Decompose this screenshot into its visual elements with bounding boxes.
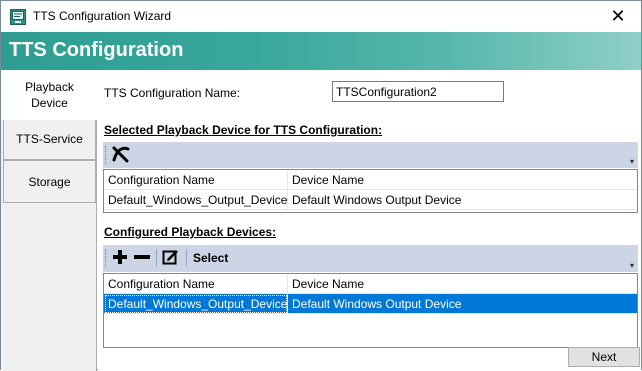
table-header: Configuration Name Device Name xyxy=(104,274,637,294)
toolbar-grip[interactable] xyxy=(105,249,108,267)
column-header-config-name[interactable]: Configuration Name xyxy=(104,274,288,294)
edit-button[interactable] xyxy=(160,248,182,268)
table-row[interactable]: Default_Windows_Output_Device Default Wi… xyxy=(104,294,637,314)
title-bar[interactable]: TTS Configuration Wizard ✕ xyxy=(1,1,641,32)
page-title: TTS Configuration xyxy=(9,39,184,61)
config-name-input[interactable] xyxy=(332,81,504,102)
remove-selected-button[interactable] xyxy=(110,145,132,165)
column-header-device-name[interactable]: Device Name xyxy=(288,274,637,294)
tab-playback-device-label-1: Playback xyxy=(25,80,74,94)
table-row[interactable]: Default_Windows_Output_Device Default Wi… xyxy=(104,190,637,210)
remove-button[interactable] xyxy=(132,248,152,268)
cell-config-name[interactable]: Default_Windows_Output_Device xyxy=(104,190,288,210)
selected-toolbar: ▾ xyxy=(103,142,638,168)
tab-playback-device-label-2: Device xyxy=(31,96,68,110)
minus-icon xyxy=(133,248,151,269)
tab-storage-label: Storage xyxy=(28,174,71,189)
configured-section-title: Configured Playback Devices: xyxy=(104,225,277,239)
next-button[interactable]: Next xyxy=(568,347,640,367)
window-title: TTS Configuration Wizard xyxy=(33,9,172,23)
cell-device-name[interactable]: Default Windows Output Device xyxy=(288,294,637,314)
plus-icon xyxy=(111,248,129,269)
toolbar-overflow-icon[interactable]: ▾ xyxy=(630,157,634,166)
add-button[interactable] xyxy=(110,248,130,268)
tab-tts-service-label: TTS-Service xyxy=(16,132,83,146)
cell-device-name[interactable]: Default Windows Output Device xyxy=(288,190,637,210)
close-button[interactable]: ✕ xyxy=(595,1,641,32)
x-remove-icon xyxy=(111,145,131,166)
toolbar-grip[interactable] xyxy=(105,146,108,164)
config-name-label: TTS Configuration Name: xyxy=(104,86,241,100)
select-button[interactable]: Select xyxy=(193,249,228,267)
tab-tts-service[interactable]: TTS-Service xyxy=(3,118,96,160)
toolbar-overflow-icon[interactable]: ▾ xyxy=(630,261,634,270)
tab-storage[interactable]: Storage xyxy=(3,160,96,203)
wizard-window: TTS Configuration Wizard ✕ TTS Configura… xyxy=(0,0,642,371)
configured-toolbar: Select ▾ xyxy=(103,245,638,272)
toolbar-separator xyxy=(156,249,157,267)
app-icon xyxy=(10,9,26,25)
selected-section-title: Selected Playback Device for TTS Configu… xyxy=(104,123,383,137)
selected-device-table: Configuration Name Device Name Default_W… xyxy=(103,169,638,213)
column-header-config-name[interactable]: Configuration Name xyxy=(104,170,288,190)
edit-icon xyxy=(162,248,180,269)
toolbar-separator xyxy=(186,249,187,267)
content-panel: TTS Configuration Name: Selected Playbac… xyxy=(98,70,641,370)
column-header-device-name[interactable]: Device Name xyxy=(288,170,637,190)
header-banner: TTS Configuration xyxy=(1,32,641,70)
configured-devices-table: Configuration Name Device Name Default_W… xyxy=(103,273,638,348)
table-header: Configuration Name Device Name xyxy=(104,170,637,190)
tab-playback-device[interactable]: Playback Device xyxy=(1,70,98,120)
cell-config-name[interactable]: Default_Windows_Output_Device xyxy=(104,294,288,314)
side-nav: Playback Device TTS-Service Storage xyxy=(1,70,98,371)
